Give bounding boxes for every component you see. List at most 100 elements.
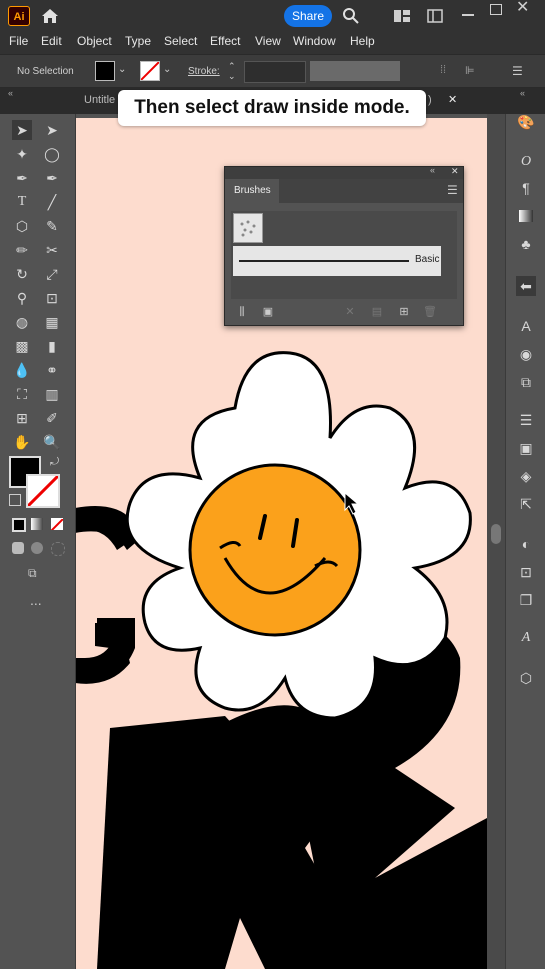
gradient-panel-icon[interactable] — [516, 206, 536, 226]
paragraph-icon[interactable]: ¶ — [516, 178, 536, 198]
pathfinder-icon[interactable]: ◐ — [516, 534, 536, 554]
stroke-weight-field[interactable] — [244, 61, 306, 83]
3d-icon[interactable]: ⬡ — [516, 668, 536, 688]
align-panel-icon[interactable]: ❐ — [516, 590, 536, 610]
draw-behind-icon[interactable] — [31, 542, 43, 554]
export-icon[interactable]: ⇱ — [516, 494, 536, 514]
magic-wand-tool-icon[interactable]: ✦ — [12, 144, 32, 164]
free-transform-tool-icon[interactable]: ⊡ — [42, 288, 62, 308]
brushes-panel[interactable]: « ✕ Brushes ☰ Basic ⫼ ▣ ✕ ▤ ⊞ 🗑 — [224, 165, 464, 326]
fill-swatch[interactable] — [95, 61, 115, 81]
draw-normal-icon[interactable] — [12, 542, 24, 554]
screen-mode-icon[interactable]: ⧉ — [28, 566, 48, 582]
shape-tool-icon[interactable]: ⬡ — [12, 216, 32, 236]
character-icon[interactable]: A — [516, 316, 536, 336]
brush-list[interactable]: Basic — [231, 211, 457, 299]
scissors-tool-icon[interactable]: ✂ — [42, 240, 62, 260]
blend-tool-icon[interactable]: ⚭ — [42, 360, 62, 380]
artboard-tool-icon[interactable]: ⊞ — [12, 408, 32, 428]
none-mode-icon[interactable] — [51, 518, 63, 530]
stroke-label[interactable]: Stroke: — [188, 66, 220, 77]
delete-brush-icon[interactable]: 🗑 — [423, 305, 437, 319]
appearance-icon[interactable]: ◉ — [516, 344, 536, 364]
brush-libraries-icon[interactable]: ⫼ — [235, 305, 249, 319]
libraries-panel-icon[interactable]: ▣ — [261, 305, 275, 319]
shaper-tool-icon[interactable]: ✎ — [42, 216, 62, 236]
collapse-right-icon[interactable]: « — [520, 88, 525, 98]
menu-window[interactable]: Window — [293, 34, 336, 48]
stroke-color-swatch[interactable] — [26, 474, 60, 508]
mesh-tool-icon[interactable]: ▩ — [12, 336, 32, 356]
gradient-tool-icon[interactable]: ▮ — [42, 336, 62, 356]
default-colors-icon[interactable] — [9, 494, 21, 506]
menu-file[interactable]: File — [9, 34, 28, 48]
scroll-thumb[interactable] — [491, 524, 501, 544]
width-tool-icon[interactable]: ⚲ — [12, 288, 32, 308]
maximize-icon[interactable] — [490, 4, 502, 15]
line-tool-icon[interactable]: ╱ — [42, 192, 62, 212]
transform-panel-icon[interactable]: ⊡ — [516, 562, 536, 582]
menu-help[interactable]: Help — [350, 34, 375, 48]
menu-edit[interactable]: Edit — [41, 34, 62, 48]
color-mode-icon[interactable] — [12, 518, 26, 532]
lasso-tool-icon[interactable]: ◯ — [42, 144, 62, 164]
brush-row-basic[interactable]: Basic — [233, 246, 441, 276]
panel-header[interactable]: « ✕ — [225, 165, 463, 179]
brushes-icon[interactable]: ⬅ — [516, 276, 536, 296]
brushes-tab[interactable]: Brushes — [225, 179, 279, 203]
share-button[interactable]: Share — [284, 5, 332, 27]
menu-view[interactable]: View — [255, 34, 281, 48]
align-icon[interactable]: ⁞⁞ — [440, 64, 454, 78]
new-brush-icon[interactable]: ⊞ — [397, 305, 411, 319]
swap-colors-icon[interactable]: ⤾ — [50, 456, 59, 469]
menu-effect[interactable]: Effect — [210, 34, 240, 48]
transparency-icon[interactable]: ▣ — [516, 438, 536, 458]
stroke-panel-icon[interactable]: ☰ — [516, 410, 536, 430]
graphic-styles-icon[interactable]: ⧉ — [516, 372, 536, 392]
symbol-sprayer-tool-icon[interactable]: ⛶ — [12, 384, 32, 404]
zoom-tool-icon[interactable]: 🔍 — [42, 432, 62, 452]
type-tool-icon[interactable]: T — [12, 192, 32, 212]
collapse-left-icon[interactable]: « — [8, 88, 13, 98]
menu-list-icon[interactable]: ☰ — [512, 64, 526, 78]
menu-type[interactable]: Type — [125, 34, 151, 48]
direct-selection-tool-icon[interactable]: ➤ — [42, 120, 62, 140]
stroke-swatch[interactable] — [140, 61, 160, 81]
brush-thumbnail[interactable] — [233, 213, 263, 243]
scale-tool-icon[interactable]: ⤢ — [42, 264, 62, 284]
minimize-icon[interactable] — [462, 14, 474, 16]
vertical-scrollbar[interactable] — [487, 114, 505, 969]
arrange-documents-icon[interactable] — [393, 9, 411, 23]
shape-builder-tool-icon[interactable]: ◍ — [12, 312, 32, 332]
home-icon[interactable] — [40, 6, 60, 26]
pencil-tool-icon[interactable]: ✏ — [12, 240, 32, 260]
options-icon[interactable]: ▤ — [370, 305, 384, 319]
perspective-grid-tool-icon[interactable]: ▦ — [42, 312, 62, 332]
remove-stroke-icon[interactable]: ✕ — [343, 305, 357, 319]
close-panel-icon[interactable]: ✕ — [451, 166, 459, 177]
stroke-stepper[interactable]: ⌃ ⌄ — [228, 61, 240, 81]
slice-tool-icon[interactable]: ✐ — [42, 408, 62, 428]
eyedropper-tool-icon[interactable]: 💧 — [12, 360, 32, 380]
transform-icon[interactable]: ⊫ — [465, 64, 485, 78]
hand-tool-icon[interactable]: ✋ — [12, 432, 32, 452]
document-tab[interactable]: Untitle — [84, 94, 115, 106]
glyphs-icon[interactable]: O — [516, 152, 536, 172]
menu-select[interactable]: Select — [164, 34, 197, 48]
fill-dropdown-icon[interactable]: ⌄ — [118, 64, 126, 75]
close-tab-icon[interactable]: ✕ — [448, 93, 457, 106]
color-panel-icon[interactable]: 🎨 — [516, 112, 536, 132]
stroke-dropdown-icon[interactable]: ⌄ — [163, 64, 171, 75]
workspace-icon[interactable] — [427, 9, 443, 23]
menu-object[interactable]: Object — [77, 34, 112, 48]
pen-tool-icon[interactable]: ✒ — [12, 168, 32, 188]
panel-menu-icon[interactable]: ☰ — [447, 183, 458, 197]
curvature-tool-icon[interactable]: ✒ — [42, 168, 62, 188]
search-icon[interactable] — [342, 7, 360, 25]
edit-toolbar-button[interactable]: ... — [30, 592, 42, 608]
draw-inside-icon[interactable] — [51, 542, 65, 556]
gradient-mode-icon[interactable] — [31, 518, 43, 530]
graph-tool-icon[interactable]: ▥ — [42, 384, 62, 404]
layers-icon[interactable]: ◈ — [516, 466, 536, 486]
brush-definition-field[interactable] — [310, 61, 400, 81]
